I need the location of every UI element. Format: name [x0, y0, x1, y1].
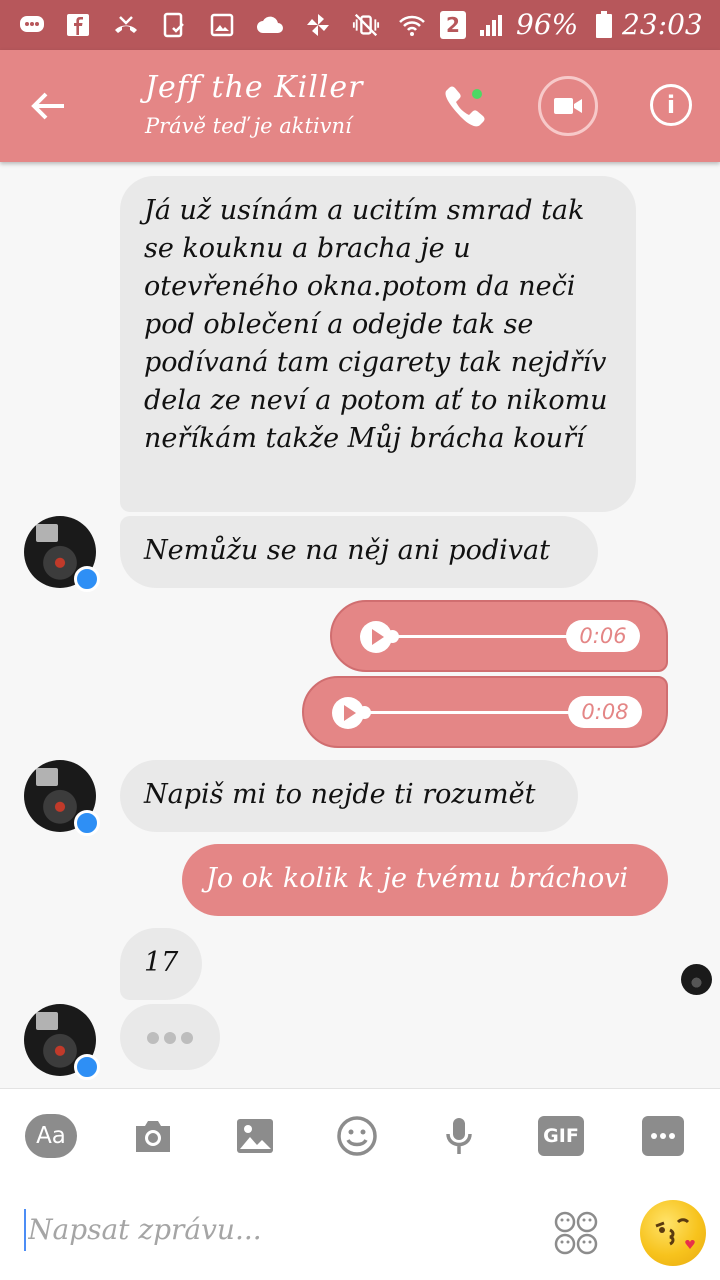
text-format-button[interactable]: Aa [25, 1114, 77, 1158]
info-button[interactable]: i [650, 84, 692, 126]
camera-icon[interactable] [126, 1114, 180, 1158]
conversation-header: Jeff the Killer Právě teď je aktivní i [0, 50, 720, 162]
sim-badge: 2 [440, 11, 466, 39]
wifi-icon [398, 11, 426, 39]
missed-call-icon [112, 11, 140, 39]
phone-icon [445, 86, 485, 127]
incoming-message[interactable]: Já už usínám a ucitím smrad tak se koukn… [120, 176, 636, 512]
clock: 23:03 [622, 8, 703, 41]
seen-indicator-avatar [681, 964, 712, 995]
battery-icon [590, 11, 618, 39]
incoming-message[interactable]: Nemůžu se na něj ani podivat [120, 516, 598, 588]
contact-name[interactable]: Jeff the Killer [145, 70, 363, 105]
audio-message[interactable]: 0:06 [330, 600, 668, 672]
video-camera-icon [554, 98, 582, 114]
microphone-icon[interactable] [432, 1114, 486, 1158]
messenger-badge-icon [74, 566, 100, 592]
back-arrow-icon[interactable] [22, 80, 74, 132]
typing-indicator [120, 1004, 220, 1070]
gif-button[interactable]: GIF [538, 1116, 584, 1156]
image-gallery-icon[interactable] [228, 1114, 282, 1158]
incoming-message[interactable]: 17 [120, 928, 202, 1000]
contact-avatar[interactable] [24, 760, 100, 836]
audio-duration: 0:06 [566, 620, 640, 652]
emoji-smiley-icon[interactable] [330, 1114, 384, 1158]
contact-avatar[interactable] [24, 516, 100, 592]
message-text: Nemůžu se na něj ani podivat [144, 535, 550, 566]
audio-progress-track[interactable] [394, 635, 572, 638]
tablet-check-icon [160, 11, 188, 39]
messenger-badge-icon [74, 1054, 100, 1080]
signal-icon [478, 11, 506, 39]
audio-scrubber[interactable] [386, 630, 399, 643]
incoming-message[interactable]: Napiš mi to nejde ti rozumět [120, 760, 578, 832]
messenger-badge-icon [74, 810, 100, 836]
kiss-emoji-button[interactable] [640, 1200, 706, 1266]
contact-status: Právě teď je aktivní [145, 114, 352, 138]
message-input-area[interactable] [24, 1205, 514, 1255]
outgoing-message[interactable]: Jo ok kolik k je tvému bráchovi [182, 844, 668, 916]
pinwheel-icon [304, 11, 332, 39]
facebook-icon [64, 11, 92, 39]
text-cursor [24, 1209, 26, 1251]
audio-message[interactable]: 0:08 [302, 676, 668, 748]
message-input[interactable] [28, 1205, 508, 1255]
contact-avatar[interactable] [24, 1004, 100, 1080]
chat-notification-icon [18, 11, 46, 39]
audio-duration: 0:08 [568, 696, 642, 728]
video-call-button[interactable] [538, 76, 598, 136]
audio-scrubber[interactable] [358, 706, 371, 719]
more-options-icon[interactable] [642, 1116, 684, 1156]
vibrate-mute-icon [352, 11, 380, 39]
message-text: Jo ok kolik k je tvému bráchovi [206, 863, 629, 894]
message-text: Já už usínám a ucitím smrad tak se koukn… [144, 195, 608, 454]
audio-progress-track[interactable] [366, 711, 572, 714]
battery-percent: 96% [516, 8, 579, 41]
message-text: 17 [144, 947, 179, 978]
status-bar: 2 96% 23:03 [0, 0, 720, 50]
gallery-icon [208, 11, 236, 39]
stickers-icon[interactable] [554, 1211, 598, 1255]
kiss-emoji-icon [655, 1218, 695, 1249]
message-text: Napiš mi to nejde ti rozumět [144, 779, 536, 810]
cloud-icon [256, 11, 284, 39]
voice-call-button[interactable] [440, 82, 490, 132]
